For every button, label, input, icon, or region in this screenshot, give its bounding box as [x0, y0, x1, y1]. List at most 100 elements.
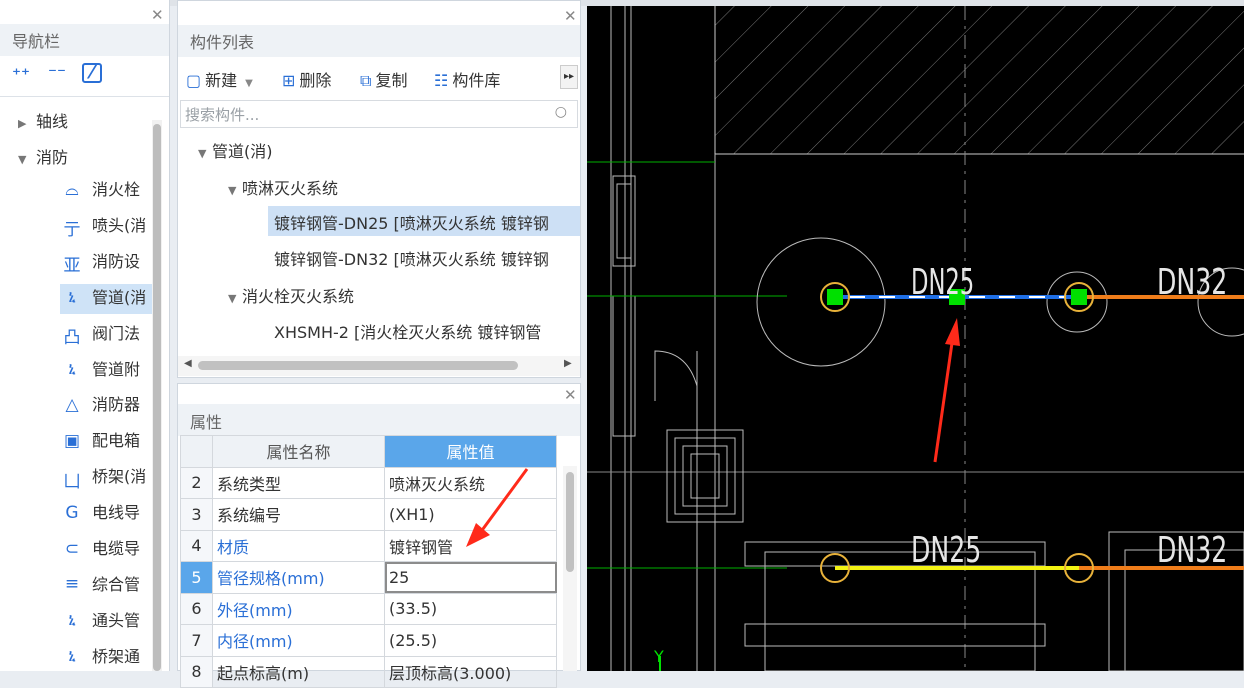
- nav-item[interactable]: 凸阀门法: [60, 320, 152, 350]
- collapse-arrow-icon: ▼: [18, 153, 27, 166]
- close-icon[interactable]: ✕: [151, 8, 164, 23]
- scroll-left-icon[interactable]: ◀: [184, 358, 192, 369]
- nav-item[interactable]: ▣ 配电箱: [60, 427, 152, 457]
- nav-group-fire[interactable]: ▼ 消防: [18, 144, 169, 176]
- collapse-all-icon[interactable]: ⁻⁻: [48, 64, 66, 84]
- property-name: 起点标高(m): [212, 655, 385, 688]
- nav-toolbar: ⁺⁺ ⁻⁻ ⁄: [0, 57, 169, 97]
- annotation-arrow-props: [466, 468, 529, 547]
- row-number-header: [180, 435, 213, 468]
- collapse-arrow-icon: ▼: [228, 184, 237, 197]
- property-row-number: 7: [180, 624, 213, 657]
- nav-item[interactable]: △ 消防器: [60, 391, 152, 421]
- nav-scroll-thumb[interactable]: [153, 124, 161, 671]
- nav-item[interactable]: G 电线导: [60, 499, 152, 529]
- tree-group-hydrant[interactable]: ▼ 消火栓灭火系统: [228, 279, 354, 309]
- copy-button[interactable]: ⧉ 复制: [360, 67, 407, 91]
- component-library-button[interactable]: ☷ 构件库: [434, 67, 500, 91]
- shaft-box: [682, 445, 728, 507]
- nav-item-label: 通头管: [92, 610, 141, 630]
- h-scroll-thumb[interactable]: [198, 361, 518, 370]
- property-value-input[interactable]: 25: [384, 561, 557, 594]
- nav-item[interactable]: ኒ 通头管: [60, 607, 152, 637]
- copy-icon: ⧉: [360, 71, 372, 90]
- nav-item-label: 消防设: [92, 251, 141, 271]
- component-search-input[interactable]: 搜索构件... ○: [180, 100, 578, 128]
- horizontal-scrollbar[interactable]: ◀ ▶: [178, 356, 580, 376]
- tree-item-xhsmh[interactable]: XHSMH-2 [消火栓灭火系统 镀锌钢管: [268, 315, 580, 345]
- pipe-label-dn25: DN25: [911, 262, 974, 304]
- cad-drawing-canvas[interactable]: DN25 DN32 DN25 DN32 Y: [587, 6, 1244, 672]
- valve-icon: 凸: [63, 328, 81, 349]
- alarm-icon: △: [65, 394, 79, 415]
- cable-tray-icon: 凵: [63, 471, 81, 492]
- nav-item[interactable]: ኒ 管道附: [60, 356, 152, 386]
- room-outline: [744, 623, 1046, 647]
- annotation-arrow: [933, 335, 955, 463]
- cad-svg[interactable]: DN25 DN32 DN25 DN32 Y: [587, 6, 1244, 672]
- nav-scrollbar[interactable]: [152, 120, 162, 671]
- edit-icon[interactable]: ⁄: [82, 63, 102, 83]
- pipe-label-dn32: DN32: [1157, 530, 1227, 572]
- property-value[interactable]: (25.5): [384, 624, 557, 657]
- nav-item[interactable]: ⌓ 消火栓: [60, 176, 152, 206]
- more-tools-button[interactable]: ▸▸: [560, 65, 578, 89]
- tree-item-dn25[interactable]: 镀锌钢管-DN25 [喷淋灭火系统 镀锌钢: [268, 206, 580, 236]
- column-header-name: 属性名称: [212, 435, 385, 468]
- close-icon[interactable]: ✕: [564, 9, 577, 24]
- property-value[interactable]: (33.5): [384, 592, 557, 625]
- tree-group-sprinkler[interactable]: ▼ 喷淋灭火系统: [228, 171, 338, 201]
- hydrant-icon: ⌓: [65, 179, 79, 200]
- properties-scrollbar[interactable]: [563, 466, 577, 671]
- property-row-number: 4: [180, 529, 213, 562]
- grip-point[interactable]: [827, 289, 843, 305]
- tree-item-dn32[interactable]: 镀锌钢管-DN32 [喷淋灭火系统 镀锌钢: [268, 242, 580, 272]
- nav-item-label: 阀门法: [92, 323, 141, 343]
- nav-item[interactable]: 凵桥架(消: [60, 463, 152, 493]
- property-row[interactable]: 8 起点标高(m) 层顶标高(3.000): [180, 655, 557, 688]
- shaft-box: [674, 437, 736, 515]
- dropdown-arrow-icon[interactable]: ▼: [245, 78, 253, 89]
- distribution-box-icon: ▣: [63, 430, 81, 451]
- property-row[interactable]: 5 管径规格(mm) 25: [180, 561, 557, 594]
- trash-icon: ⊞: [282, 71, 296, 90]
- scroll-right-icon[interactable]: ▶: [564, 358, 572, 369]
- nav-item-label: 配电箱: [92, 431, 141, 451]
- comprehensive-pipe-icon: ≡: [64, 574, 80, 595]
- property-row-number: 2: [180, 466, 213, 499]
- grip-point[interactable]: [1071, 289, 1087, 305]
- property-value[interactable]: 层顶标高(3.000): [384, 655, 557, 688]
- property-row[interactable]: 7 内径(mm) (25.5): [180, 624, 557, 657]
- nav-item[interactable]: 亍喷头(消: [60, 212, 152, 242]
- nav-item-label: 喷头(消: [92, 215, 147, 235]
- tee-pipe-icon: ኒ: [68, 610, 76, 631]
- expand-all-icon[interactable]: ⁺⁺: [12, 65, 30, 85]
- pipe-label-dn25: DN25: [911, 530, 981, 572]
- collapse-arrow-icon: ▼: [228, 292, 237, 305]
- nav-item-label: 消防器: [92, 395, 141, 415]
- property-name: 系统编号: [212, 498, 385, 531]
- nav-group-axis[interactable]: ▶ 轴线: [18, 108, 169, 140]
- library-icon: ☷: [434, 71, 449, 90]
- door-swing: [654, 350, 698, 401]
- annotation-arrow: [478, 468, 529, 534]
- nav-item[interactable]: ≡ 综合管: [60, 571, 152, 601]
- search-icon[interactable]: ○: [555, 104, 567, 120]
- property-row[interactable]: 6 外径(mm) (33.5): [180, 592, 557, 625]
- v-scroll-thumb[interactable]: [566, 472, 574, 572]
- close-icon[interactable]: ✕: [564, 388, 577, 403]
- nav-item[interactable]: ኒ 桥架通: [60, 643, 152, 671]
- tray-fitting-icon: ኒ: [68, 646, 76, 667]
- delete-button[interactable]: ⊞ 删除: [282, 67, 331, 91]
- new-button[interactable]: ▢ 新建 ▼: [186, 67, 253, 91]
- expand-arrow-icon: ▶: [18, 117, 27, 130]
- nav-item-label: 电线导: [92, 503, 141, 523]
- ucs-y-label: Y: [653, 647, 664, 666]
- nav-item[interactable]: ⊂ 电缆导: [60, 535, 152, 565]
- nav-item[interactable]: 亚消防设: [60, 248, 152, 278]
- window-frame: [616, 183, 632, 259]
- nav-item[interactable]: ኒ 管道(消: [60, 283, 152, 314]
- column-header-value: 属性值: [384, 435, 557, 468]
- tree-root-pipe[interactable]: ▼ 管道(消): [198, 134, 273, 164]
- cable-icon: ⊂: [64, 538, 80, 559]
